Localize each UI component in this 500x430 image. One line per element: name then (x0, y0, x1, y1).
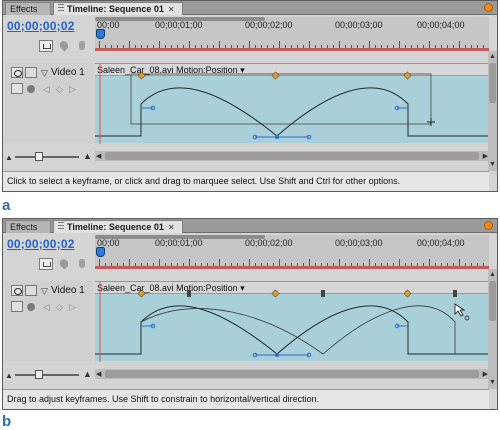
vertical-scrollbar[interactable]: ▲ ▼ (488, 51, 497, 171)
keyframe-diamond (271, 71, 280, 80)
work-area-bar[interactable] (95, 266, 489, 269)
status-bar: Drag to adjust keyframes. Use Shift to c… (3, 389, 489, 409)
figure-caption-a: a (2, 197, 11, 214)
keyframe-point (275, 353, 279, 357)
zoom-in-icon[interactable]: ▲ (83, 369, 92, 379)
ruler-label: 00;00;01;00 (155, 238, 203, 248)
ruler-label: 00;00;02;00 (245, 238, 293, 248)
display-style-icon[interactable] (11, 301, 23, 312)
eye-icon[interactable] (11, 285, 23, 296)
lock-icon[interactable] (25, 285, 37, 296)
video-track-area[interactable]: Saleen_Car_08.avi Motion:Position ▾ (95, 63, 489, 144)
zoom-out-icon[interactable]: ▲ (5, 371, 13, 380)
tab-bar: Effects Timeline: Sequence 01 ✕ (3, 1, 497, 15)
keyframe-add-icon[interactable]: ◇ (56, 302, 63, 313)
crosshair-cursor-icon (427, 118, 435, 126)
keyframe-graph[interactable] (95, 64, 489, 144)
zoom-in-icon[interactable]: ▲ (83, 151, 92, 161)
edit-point-icon[interactable] (75, 40, 89, 52)
keyframe-diamond (403, 289, 412, 298)
keyframe-diamond (403, 71, 412, 80)
ruler-label: 00;00;02;00 (245, 20, 293, 30)
keyframe-toggle-icon[interactable] (27, 85, 35, 93)
twirl-down-icon[interactable]: ▽ (41, 68, 48, 79)
dragged-keyframe-marker (321, 290, 325, 297)
current-time-display[interactable]: 00;00;00;02 (7, 237, 75, 251)
snap-icon[interactable] (39, 40, 53, 52)
zoom-thumb[interactable] (35, 152, 43, 161)
keyframe-diamond (137, 289, 146, 298)
close-icon[interactable]: ✕ (168, 221, 175, 234)
playhead[interactable] (96, 247, 105, 257)
close-icon[interactable]: ✕ (168, 3, 175, 16)
ruler-label: 00;00;03;00 (335, 20, 383, 30)
pointer-cursor-icon (454, 303, 466, 317)
tab-bar: Effects Timeline: Sequence 01 ✕ (3, 219, 497, 233)
horizontal-scrollbar[interactable]: ◀ ▶ (95, 369, 489, 379)
ruler-label: 00;00;03;00 (335, 238, 383, 248)
edit-point-icon[interactable] (75, 258, 89, 270)
zoom-thumb[interactable] (35, 370, 43, 379)
timeline-panel-a: Effects Timeline: Sequence 01 ✕ 00;00;00;… (2, 0, 498, 192)
keyframe-point (275, 135, 279, 139)
dragged-keyframe-marker (187, 290, 191, 297)
tab-effects[interactable]: Effects (5, 2, 51, 15)
current-time-display[interactable]: 00;00;00;02 (7, 19, 75, 33)
vertical-scrollbar[interactable]: ▲ ▼ (488, 269, 497, 389)
video-track-header: ▽ Video 1 ◁ ◇ ▷ (5, 63, 93, 143)
tab-effects[interactable]: Effects (5, 220, 51, 233)
marker-icon[interactable] (58, 258, 72, 270)
time-ruler[interactable]: 00;00 00;00;01;00 00;00;02;00 00;00;03;0… (95, 235, 489, 269)
tab-grip-icon[interactable] (58, 222, 64, 231)
track-name: Video 1 (51, 285, 85, 296)
keyframe-graph[interactable] (95, 282, 489, 362)
keyframe-toggle-icon[interactable] (27, 303, 35, 311)
tab-timeline[interactable]: Timeline: Sequence 01 ✕ (53, 2, 183, 15)
keyframe-add-icon[interactable]: ◇ (56, 84, 63, 95)
eye-icon[interactable] (11, 67, 23, 78)
marker-icon[interactable] (58, 40, 72, 52)
timeline-panel-b: Effects Timeline: Sequence 01 ✕ 00;00;00;… (2, 218, 498, 410)
tab-grip-icon[interactable] (58, 4, 64, 13)
keyframe-next-icon[interactable]: ▷ (69, 84, 76, 95)
keyframe-diamond (271, 289, 280, 298)
figure-caption-b: b (2, 413, 12, 430)
keyframe-diamond (137, 71, 146, 80)
ruler-label: 00;00;01;00 (155, 20, 203, 30)
drag-indicator-icon (464, 315, 470, 321)
marquee-rect (130, 73, 432, 125)
keyframe-prev-icon[interactable]: ◁ (43, 84, 50, 95)
zoom-out-icon[interactable]: ▲ (5, 153, 13, 162)
ruler-label: 00;00;04;00 (417, 238, 465, 248)
work-area-bar[interactable] (95, 48, 489, 51)
time-ruler[interactable]: 00;00 00;00;01;00 00;00;02;00 00;00;03;0… (95, 17, 489, 51)
track-name: Video 1 (51, 67, 85, 78)
motion-curve (95, 87, 489, 137)
dragged-keyframe-marker (453, 290, 457, 297)
zoom-slider[interactable]: ▲ ▲ (5, 369, 93, 381)
zoom-slider[interactable]: ▲ ▲ (5, 151, 93, 163)
panel-menu-icon[interactable] (484, 3, 493, 12)
keyframe-prev-icon[interactable]: ◁ (43, 302, 50, 313)
video-track-area[interactable]: Saleen_Car_08.avi Motion:Position ▾ (95, 281, 489, 362)
motion-curve (95, 305, 489, 355)
panel-menu-icon[interactable] (484, 221, 493, 230)
snap-icon[interactable] (39, 258, 53, 270)
tab-timeline[interactable]: Timeline: Sequence 01 ✕ (53, 220, 183, 233)
tab-timeline-label: Timeline: Sequence 01 (67, 222, 164, 232)
status-bar: Click to select a keyframe, or click and… (3, 171, 489, 191)
ruler-label: 00;00;04;00 (417, 20, 465, 30)
playhead[interactable] (96, 29, 105, 39)
keyframe-next-icon[interactable]: ▷ (69, 302, 76, 313)
display-style-icon[interactable] (11, 83, 23, 94)
twirl-down-icon[interactable]: ▽ (41, 286, 48, 297)
horizontal-scrollbar[interactable]: ◀ ▶ (95, 151, 489, 161)
video-track-header: ▽ Video 1 ◁ ◇ ▷ (5, 281, 93, 361)
tab-timeline-label: Timeline: Sequence 01 (67, 4, 164, 14)
lock-icon[interactable] (25, 67, 37, 78)
